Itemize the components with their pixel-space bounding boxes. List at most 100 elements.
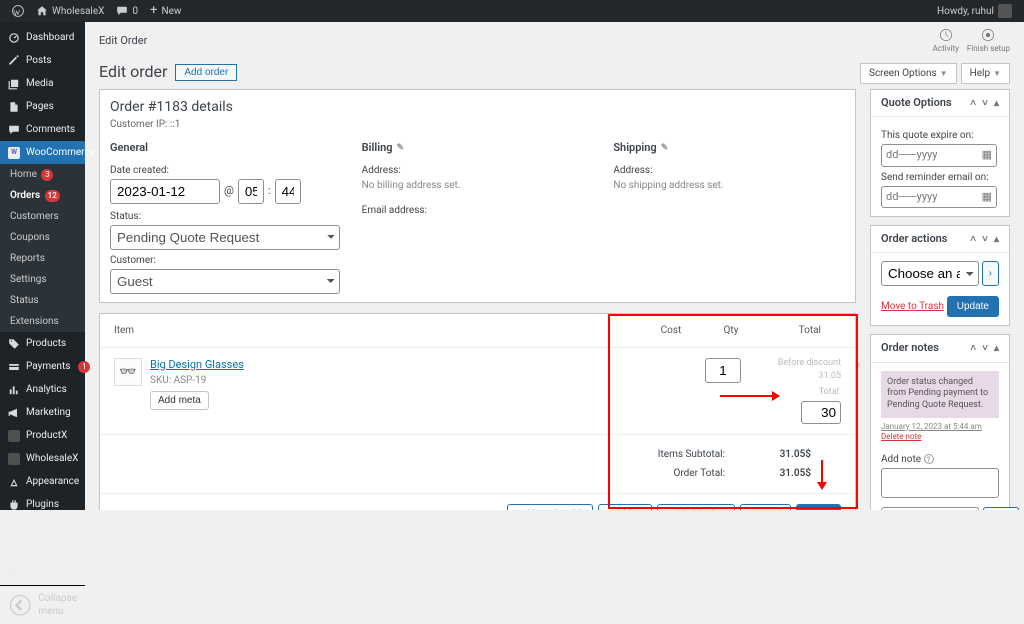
- line-total-input[interactable]: [801, 401, 841, 424]
- howdy-text: Howdy, ruhul: [937, 5, 994, 18]
- help-icon[interactable]: ?: [924, 454, 934, 464]
- order-action-go[interactable]: ›: [982, 261, 999, 286]
- add-product-button[interactable]: Add product(s): [507, 504, 593, 510]
- page-header: Edit Order: [99, 34, 147, 48]
- panel-toggle-icon[interactable]: ▴: [994, 97, 999, 110]
- activity-label: Activity: [933, 44, 959, 54]
- menu-users[interactable]: Users: [0, 516, 85, 539]
- panel-up-icon[interactable]: ˄: [970, 233, 976, 246]
- panel-up-icon[interactable]: ˄: [970, 97, 976, 110]
- before-discount-label: Before discount: [761, 358, 841, 370]
- product-name-link[interactable]: Big Design Glasses: [150, 358, 244, 371]
- finish-setup-link[interactable]: Finish setup: [967, 28, 1010, 54]
- panel-down-icon[interactable]: ˅: [982, 233, 988, 246]
- add-fee-button[interactable]: Add fee: [598, 504, 652, 510]
- product-sku: SKU: ASP-19: [150, 374, 617, 387]
- submenu-orders[interactable]: Orders 12: [0, 185, 85, 206]
- customer-select[interactable]: Guest: [110, 269, 340, 294]
- panel-toggle-icon[interactable]: ▴: [994, 342, 999, 355]
- order-status-select[interactable]: Pending Quote Request: [110, 225, 340, 250]
- menu-settings2[interactable]: Settings: [0, 562, 85, 585]
- add-note-label: Add note: [881, 454, 921, 465]
- panel-up-icon[interactable]: ˄: [970, 342, 976, 355]
- menu-wholesalex[interactable]: WholesaleX: [0, 447, 85, 470]
- comments-link[interactable]: 0: [110, 0, 144, 22]
- cancel-button[interactable]: Cancel: [740, 504, 791, 510]
- billing-heading: Billing: [362, 141, 393, 155]
- note-textarea[interactable]: [881, 468, 999, 498]
- help-tab[interactable]: Help▼: [961, 63, 1010, 84]
- submenu-reports[interactable]: Reports: [0, 248, 85, 269]
- menu-appearance[interactable]: Appearance: [0, 470, 85, 493]
- panel-down-icon[interactable]: ˅: [982, 97, 988, 110]
- menu-comments[interactable]: Comments: [0, 118, 85, 141]
- menu-wholesalex-label: WholesaleX: [26, 452, 78, 465]
- qty-input[interactable]: [705, 358, 741, 383]
- menu-dashboard[interactable]: Dashboard: [0, 26, 85, 49]
- delete-note-link[interactable]: Delete note: [881, 432, 921, 441]
- submenu-home[interactable]: Home 3: [0, 164, 85, 185]
- menu-media[interactable]: Media: [0, 72, 85, 95]
- hour-input[interactable]: [238, 179, 264, 204]
- add-meta-button[interactable]: Add meta: [150, 391, 209, 410]
- menu-marketing[interactable]: Marketing: [0, 401, 85, 424]
- site-link[interactable]: WholesaleX: [30, 0, 110, 22]
- edit-billing-icon[interactable]: ✎: [397, 143, 405, 155]
- date-input[interactable]: [110, 179, 220, 204]
- edit-shipping-icon[interactable]: ✎: [661, 143, 669, 155]
- admin-bar: WholesaleX 0 +New Howdy, ruhul: [0, 0, 1024, 22]
- menu-pages[interactable]: Pages: [0, 95, 85, 118]
- menu-payments-label: Payments: [26, 360, 70, 373]
- menu-posts[interactable]: Posts: [0, 49, 85, 72]
- update-button[interactable]: Update: [947, 296, 999, 317]
- submenu-settings[interactable]: Settings: [0, 269, 85, 290]
- cost-header: Cost: [641, 324, 701, 337]
- calendar-icon: ▦: [982, 148, 992, 162]
- new-link[interactable]: +New: [144, 0, 187, 22]
- minute-input[interactable]: [275, 179, 301, 204]
- menu-payments[interactable]: Payments 1: [0, 355, 85, 378]
- ship-address-label: Address:: [613, 164, 845, 177]
- menu-media-label: Media: [26, 77, 54, 90]
- menu-dashboard-label: Dashboard: [26, 31, 74, 44]
- menu-productx[interactable]: ProductX: [0, 424, 85, 447]
- line-item-row: 👓 Big Design Glasses SKU: ASP-19 Add met…: [100, 348, 855, 434]
- total-header: Total: [761, 324, 841, 337]
- reminder-date-input[interactable]: dd------yyyy▦: [881, 186, 997, 208]
- site-name: WholesaleX: [52, 5, 104, 18]
- screen-options-tab[interactable]: Screen Options▼: [860, 63, 957, 84]
- panel-down-icon[interactable]: ˅: [982, 342, 988, 355]
- address-label: Address:: [362, 164, 594, 177]
- submenu-status[interactable]: Status: [0, 290, 85, 311]
- expire-date-placeholder: dd------yyyy: [886, 148, 937, 162]
- activity-link[interactable]: Activity: [933, 28, 959, 54]
- menu-woocommerce[interactable]: WWooCommerce: [0, 141, 85, 164]
- panel-toggle-icon[interactable]: ▴: [994, 233, 999, 246]
- product-thumbnail: 👓: [114, 358, 142, 386]
- status-label: Status:: [110, 210, 342, 223]
- order-details-title: Order #1183 details: [110, 98, 845, 116]
- add-order-button[interactable]: Add order: [175, 64, 237, 81]
- collapse-menu[interactable]: Collapse menu: [0, 585, 85, 624]
- billing-address-empty: No billing address set.: [362, 179, 594, 192]
- remove-line-icon[interactable]: ×: [855, 358, 861, 374]
- submenu-customers[interactable]: Customers: [0, 206, 85, 227]
- menu-products[interactable]: Products: [0, 332, 85, 355]
- howdy[interactable]: Howdy, ruhul: [931, 0, 1018, 22]
- item-header: Item: [114, 324, 641, 337]
- submenu-coupons[interactable]: Coupons: [0, 227, 85, 248]
- add-shipping-button[interactable]: Add shipping: [657, 504, 735, 510]
- subtotal-label: Items Subtotal:: [658, 448, 725, 461]
- ordertotal-value: 31.05$: [761, 467, 811, 480]
- menu-analytics[interactable]: Analytics: [0, 378, 85, 401]
- reminder-date-placeholder: dd------yyyy: [886, 190, 937, 204]
- order-action-select[interactable]: Choose an action...: [881, 261, 979, 286]
- menu-tools[interactable]: Tools: [0, 539, 85, 562]
- expire-date-input[interactable]: dd------yyyy ▦: [881, 144, 997, 166]
- menu-plugins[interactable]: Plugins: [0, 493, 85, 516]
- save-button[interactable]: Save: [796, 504, 841, 510]
- submenu-extensions[interactable]: Extensions: [0, 311, 85, 332]
- menu-posts-label: Posts: [26, 54, 52, 67]
- wp-logo[interactable]: [6, 0, 30, 22]
- move-to-trash-link[interactable]: Move to Trash: [881, 300, 944, 313]
